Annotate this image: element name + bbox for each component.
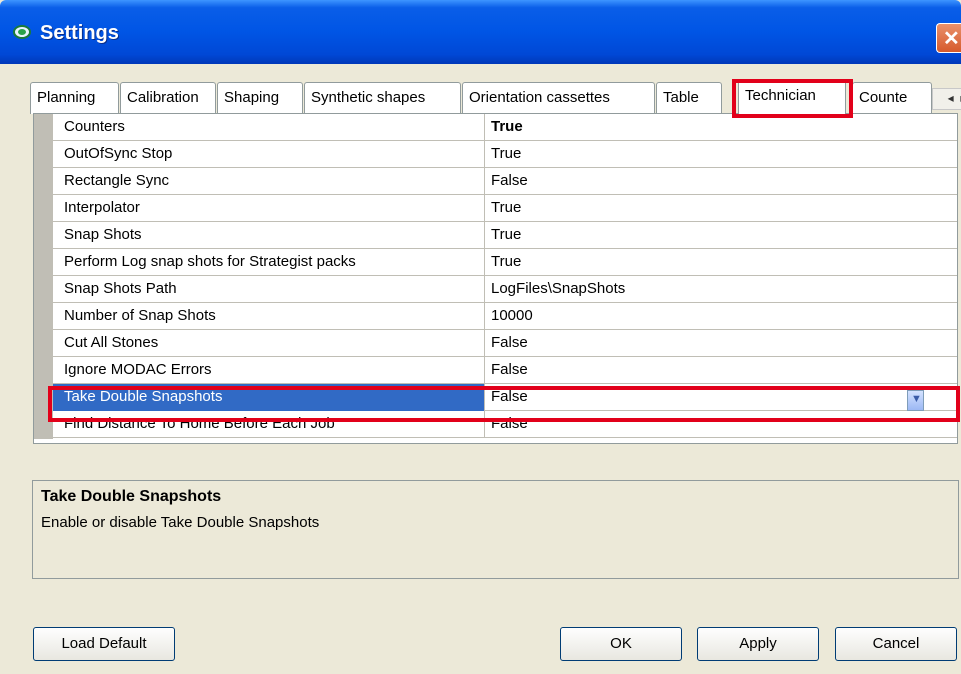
tab-strip: Planning Calibration Shaping Synthetic s… [30,80,961,115]
close-button[interactable]: ✕ [936,23,961,53]
load-default-button[interactable]: Load Default [33,627,175,661]
tab-table[interactable]: Table [656,82,722,114]
tab-scroll-buttons[interactable]: ◂ ▸ [932,88,961,110]
description-text: Enable or disable Take Double Snapshots [41,514,320,531]
property-name: Cut All Stones [53,330,485,357]
close-icon: ✕ [943,28,960,50]
property-value-dropdown[interactable]: False [486,384,956,411]
property-value[interactable]: True [486,195,956,222]
tab-orientation-cassettes[interactable]: Orientation cassettes [462,82,655,114]
description-panel: Take Double Snapshots Enable or disable … [32,480,959,579]
tab-calibration[interactable]: Calibration [120,82,216,114]
property-name: Find Distance To Home Before Each Job [53,411,485,438]
property-value[interactable]: LogFiles\SnapShots [486,276,956,303]
apply-button[interactable]: Apply [697,627,819,661]
chevron-down-icon: ▼ [911,393,922,405]
property-row[interactable]: Cut All Stones False [53,330,957,357]
app-icon [13,25,31,39]
property-value[interactable]: False [486,357,956,384]
ok-button[interactable]: OK [560,627,682,661]
property-row-selected[interactable]: Take Double Snapshots False [53,384,957,411]
property-row[interactable]: Find Distance To Home Before Each Job Fa… [53,411,957,438]
property-row[interactable]: Counters True [53,114,957,141]
tab-shaping[interactable]: Shaping [217,82,303,114]
property-name: Perform Log snap shots for Strategist pa… [53,249,485,276]
property-value[interactable]: False [486,330,956,357]
property-name: OutOfSync Stop [53,141,485,168]
description-title: Take Double Snapshots [41,488,222,505]
property-name: Take Double Snapshots [53,384,485,411]
property-row[interactable]: Number of Snap Shots 10000 [53,303,957,330]
property-name: Counters [53,114,485,141]
property-value[interactable]: True [486,141,956,168]
property-value[interactable]: 10000 [486,303,956,330]
property-row[interactable]: Snap Shots Path LogFiles\SnapShots [53,276,957,303]
property-name: Snap Shots Path [53,276,485,303]
title-bar: Settings ✕ [0,0,961,64]
property-row[interactable]: Perform Log snap shots for Strategist pa… [53,249,957,276]
tab-counters[interactable]: Counte [852,82,932,114]
property-name: Ignore MODAC Errors [53,357,485,384]
property-row[interactable]: OutOfSync Stop True [53,141,957,168]
property-row[interactable]: Interpolator True [53,195,957,222]
property-value[interactable]: False [486,411,956,438]
tab-technician[interactable]: Technician [738,80,846,115]
property-grid: Counters True OutOfSync Stop True Rectan… [33,113,958,444]
window-title: Settings [40,22,119,44]
property-value[interactable]: True [486,249,956,276]
property-name: Interpolator [53,195,485,222]
property-name: Rectangle Sync [53,168,485,195]
property-value[interactable]: True [486,222,956,249]
scroll-left-icon[interactable]: ◂ [948,91,954,105]
property-row[interactable]: Rectangle Sync False [53,168,957,195]
property-row[interactable]: Snap Shots True [53,222,957,249]
tab-synthetic-shapes[interactable]: Synthetic shapes [304,82,461,114]
property-row[interactable]: Ignore MODAC Errors False [53,357,957,384]
property-value[interactable]: True [486,114,956,141]
grid-gutter [34,114,53,439]
cancel-button[interactable]: Cancel [835,627,957,661]
tab-planning[interactable]: Planning [30,82,119,114]
dropdown-button[interactable]: ▼ [907,390,924,411]
property-value[interactable]: False [486,168,956,195]
property-name: Snap Shots [53,222,485,249]
property-name: Number of Snap Shots [53,303,485,330]
